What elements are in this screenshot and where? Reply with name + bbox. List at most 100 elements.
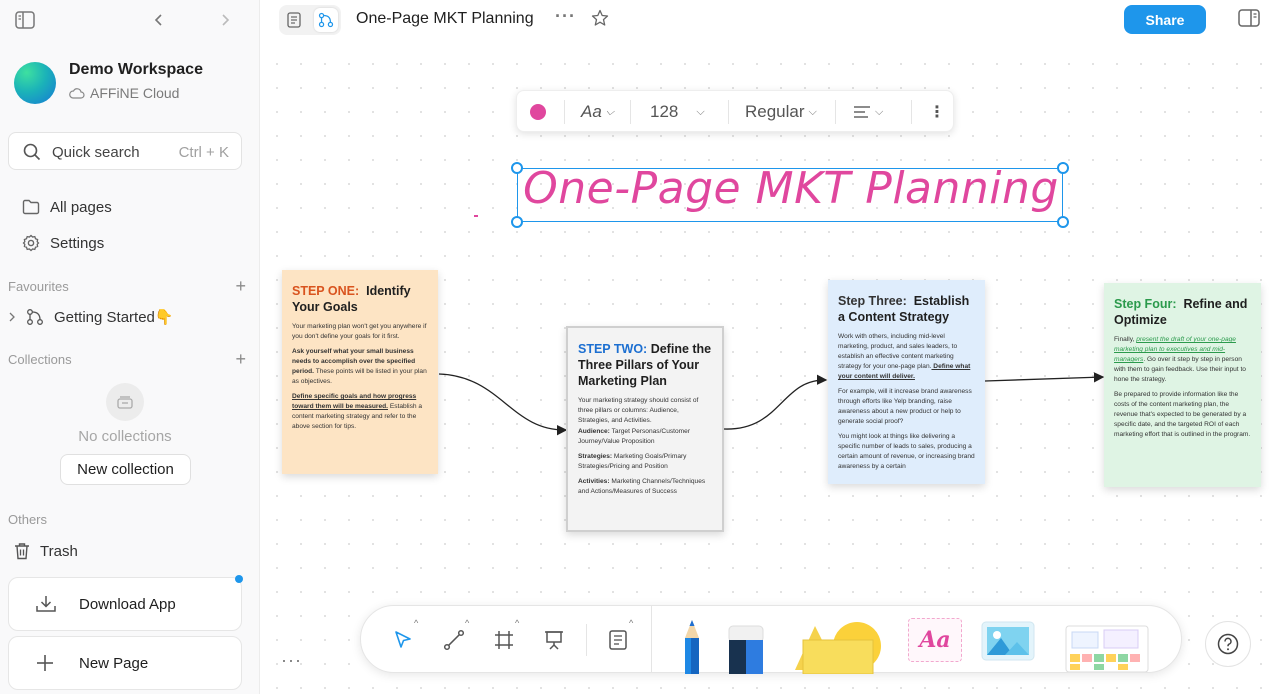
sidebar-item-all-pages[interactable]: All pages (22, 195, 112, 219)
new-page-button[interactable]: New Page (8, 636, 242, 690)
right-panel-toggle-icon[interactable] (1238, 9, 1260, 32)
shape-icon[interactable] (793, 620, 885, 674)
others-header: Others (8, 512, 246, 527)
sidebar-item-label: Settings (50, 234, 105, 252)
chevron-up-icon[interactable]: ^ (465, 618, 469, 628)
sidebar-item-trash[interactable]: Trash (14, 539, 78, 563)
edgeless-icon (27, 309, 43, 325)
edgeless-canvas[interactable]: Aa ⌵ 128 ⌵ Regular ⌵ ⌵ ⋮ One-Page MKT Plann… (261, 46, 1280, 694)
note-bold-text: Strategies: (578, 453, 613, 460)
note-step-one[interactable]: STEP ONE: Identify Your Goals Your marke… (282, 270, 438, 474)
more-icon[interactable]: ··· (555, 6, 576, 27)
note-icon[interactable] (604, 626, 632, 654)
favourite-item-getting-started[interactable]: Getting Started👇 (8, 305, 174, 329)
empty-collections-text: No collections (78, 428, 172, 445)
connector-3-4[interactable] (984, 372, 1105, 383)
share-button[interactable]: Share (1124, 5, 1206, 34)
folder-icon (22, 199, 40, 215)
note-step-two[interactable]: STEP TWO: Define the Three Pillars of Yo… (566, 326, 724, 532)
workspace-cloud-label: AFFiNE Cloud (90, 85, 180, 101)
note-heading: STEP ONE: Identify Your Goals (292, 283, 428, 315)
quick-search-button[interactable]: Quick search Ctrl + K (8, 132, 242, 170)
new-page-label: New Page (79, 655, 149, 672)
chevron-up-icon[interactable]: ^ (414, 618, 418, 628)
document-title[interactable]: One-Page MKT Planning (356, 10, 534, 28)
note-paragraph: Your marketing strategy should consist o… (578, 397, 699, 424)
edgeless-mode-icon[interactable] (314, 8, 338, 32)
pointer-icon[interactable] (389, 626, 417, 654)
sidebar-toggle-icon[interactable] (14, 10, 36, 30)
note-paragraph: Audience: Target Personas/Customer Journ… (578, 427, 712, 447)
note-paragraph: For example, will it increase brand awar… (838, 388, 972, 425)
sidebar-top-bar (0, 0, 260, 40)
connector-icon[interactable] (440, 626, 468, 654)
chevron-up-icon[interactable]: ^ (629, 618, 633, 628)
workspace-avatar (14, 62, 56, 104)
chevron-right-icon[interactable] (8, 312, 16, 322)
empty-collections-icon (106, 383, 144, 421)
note-paragraph: Finally, present the draft of your one-p… (1114, 335, 1251, 385)
star-icon[interactable] (591, 9, 609, 32)
note-text: Finally, (1114, 336, 1137, 343)
note-paragraph: Activities: Marketing Channels/Technique… (578, 477, 712, 497)
workspace-card[interactable]: Demo Workspace AFFiNE Cloud (14, 60, 246, 106)
text-icon[interactable]: Aa (908, 618, 962, 662)
note-step-four[interactable]: Step Four: Refine and Optimize Finally, … (1104, 283, 1261, 487)
chevron-up-icon[interactable]: ^ (515, 618, 519, 628)
sidebar-item-label: All pages (50, 198, 112, 216)
add-collection-icon[interactable]: + (235, 349, 246, 370)
new-collection-button[interactable]: New collection (60, 454, 191, 485)
forward-icon[interactable] (214, 10, 236, 30)
note-bold-text: Activities: (578, 478, 610, 485)
sidebar-item-settings[interactable]: Settings (22, 231, 104, 255)
download-app-label: Download App (79, 596, 176, 613)
page-header: One-Page MKT Planning ··· Share (261, 0, 1280, 40)
favourites-header-label: Favourites (8, 279, 69, 294)
help-button[interactable] (1205, 621, 1251, 667)
eraser-icon[interactable] (726, 624, 766, 674)
note-step-label: Step Four: (1114, 297, 1177, 311)
note-step-label: Step Three: (838, 294, 907, 308)
note-heading: STEP TWO: Define the Three Pillars of Yo… (578, 341, 712, 389)
note-paragraph: Be prepared to provide information like … (1114, 391, 1251, 438)
search-icon (23, 143, 41, 161)
others-header-label: Others (8, 512, 48, 527)
note-paragraph: Your marketing plan won't get you anywhe… (292, 323, 427, 340)
workspace-cloud-status: AFFiNE Cloud (69, 85, 179, 101)
toolbar-divider (586, 624, 587, 656)
update-badge (235, 575, 243, 583)
sidebar: Demo Workspace AFFiNE Cloud Quick search… (0, 0, 260, 694)
canvas-more-icon[interactable]: ··· (281, 650, 302, 671)
note-bold-text: Audience: (578, 428, 610, 435)
help-icon (1217, 633, 1239, 655)
note-heading: Step Four: Refine and Optimize (1114, 296, 1251, 328)
note-paragraph: You might look at things like delivering… (838, 433, 975, 470)
note-heading: Step Three: Establish a Content Strategy (838, 293, 975, 325)
image-icon[interactable] (979, 618, 1039, 664)
favourites-header: Favourites + (8, 276, 246, 297)
template-icon[interactable] (1064, 618, 1156, 672)
cloud-icon (69, 88, 85, 99)
mode-switch[interactable] (279, 5, 341, 35)
collections-header-label: Collections (8, 352, 72, 367)
note-step-three[interactable]: Step Three: Establish a Content Strategy… (828, 280, 985, 484)
back-icon[interactable] (148, 10, 170, 30)
pen-icon[interactable] (679, 618, 705, 674)
sidebar-item-label: Trash (40, 542, 78, 560)
quick-search-shortcut: Ctrl + K (178, 144, 229, 161)
note-step-label: STEP TWO: (578, 342, 648, 356)
connector-1-2[interactable] (438, 373, 568, 436)
workspace-name: Demo Workspace (69, 61, 203, 78)
favourite-item-label: Getting Started👇 (54, 309, 174, 326)
note-paragraph: Ask yourself what your small business ne… (292, 347, 428, 387)
add-favourite-icon[interactable]: + (235, 276, 246, 297)
download-icon (36, 596, 56, 612)
frame-icon[interactable] (490, 626, 518, 654)
page-mode-icon[interactable] (282, 8, 306, 32)
connector-2-3[interactable] (723, 374, 828, 430)
quick-search-label: Quick search (52, 144, 140, 161)
download-app-button[interactable]: Download App (8, 577, 242, 631)
presentation-icon[interactable] (540, 626, 568, 654)
edgeless-toolbar: ^ ^ ^ ^ Aa (360, 605, 1182, 674)
note-paragraph: Work with others, including mid-level ma… (838, 332, 975, 382)
